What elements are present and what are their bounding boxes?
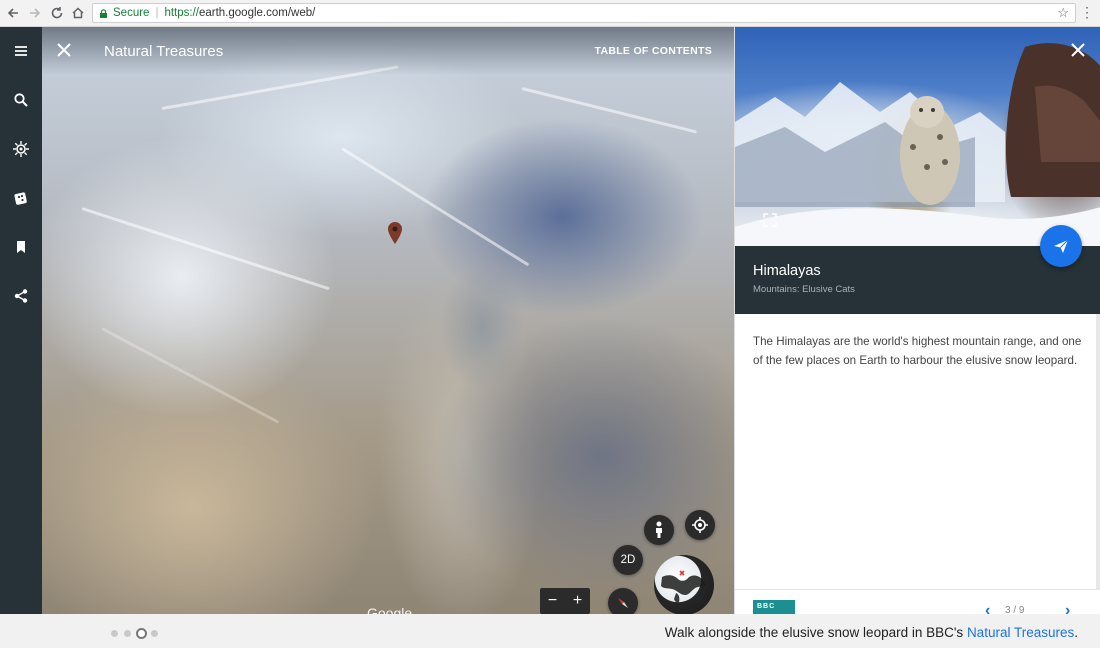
carousel-dot[interactable] <box>151 630 158 637</box>
card-subtitle: Mountains: Elusive Cats <box>753 284 855 295</box>
carousel-dot-active[interactable] <box>136 628 147 639</box>
caption-text: Walk alongside the elusive snow leopard … <box>664 625 967 640</box>
zoom-controls: − + <box>540 588 590 614</box>
mountain-ridge <box>521 87 698 134</box>
fly-to-button[interactable] <box>1040 225 1082 267</box>
natural-treasures-link[interactable]: Natural Treasures <box>967 625 1074 640</box>
my-location-button[interactable] <box>685 510 715 540</box>
forward-icon[interactable] <box>24 2 46 24</box>
previous-slide-chevron-icon[interactable]: ‹ <box>985 602 990 614</box>
table-of-contents-link[interactable]: TABLE OF CONTENTS <box>595 45 712 57</box>
reload-icon[interactable] <box>46 2 68 24</box>
search-icon[interactable] <box>0 85 42 115</box>
zoom-in-button[interactable]: + <box>573 592 582 610</box>
earth-sidebar <box>0 27 42 614</box>
lock-icon <box>100 8 107 18</box>
browser-toolbar: Secure | https://earth.google.com/web/ ☆… <box>0 0 1100 27</box>
card-description: The Himalayas are the world's highest mo… <box>753 335 1082 367</box>
close-story-icon[interactable] <box>54 40 74 60</box>
snow-leopard-photo <box>735 27 1100 246</box>
mountain-ridge <box>81 207 330 291</box>
address-bar[interactable]: Secure | https://earth.google.com/web/ ☆ <box>92 3 1076 23</box>
story-header: Natural Treasures TABLE OF CONTENTS <box>42 27 734 75</box>
bookmark-icon[interactable] <box>0 232 42 262</box>
view-mode-toggle[interactable]: 2D <box>613 545 643 575</box>
secure-label: Secure <box>113 7 150 19</box>
fullscreen-icon[interactable] <box>763 213 777 227</box>
url-host: earth.google.com/web/ <box>198 7 316 19</box>
feeling-lucky-dice-icon[interactable] <box>0 183 42 213</box>
slide-caption: Walk alongside the elusive snow leopard … <box>665 625 1078 640</box>
caption-suffix: . <box>1074 625 1078 640</box>
carousel-dot[interactable] <box>111 630 118 637</box>
card-title: Himalayas <box>753 263 821 279</box>
pegman-button[interactable] <box>644 515 674 545</box>
share-icon[interactable] <box>0 281 42 311</box>
pegman-icon <box>656 521 662 538</box>
card-scrollbar[interactable] <box>1096 314 1100 589</box>
url-protocol: https:// <box>164 7 199 19</box>
bookmark-star-icon[interactable]: ☆ <box>1057 5 1069 21</box>
google-watermark: Google <box>367 605 413 614</box>
zoom-out-button[interactable]: − <box>548 592 557 610</box>
mountain-ridge <box>341 147 530 267</box>
back-icon[interactable] <box>2 2 24 24</box>
close-card-icon[interactable] <box>1069 41 1087 59</box>
menu-icon[interactable] <box>0 36 42 66</box>
home-icon[interactable] <box>67 2 89 24</box>
compass-icon <box>618 598 628 608</box>
knowledge-card: Himalayas Mountains: Elusive Cats The Hi… <box>734 27 1100 614</box>
location-pin-icon[interactable] <box>388 222 402 244</box>
globe-icon <box>661 570 706 603</box>
earth-3d-view[interactable]: Natural Treasures TABLE OF CONTENTS 2D −… <box>42 27 734 614</box>
hero-illustration <box>735 43 1100 246</box>
caption-strip: Walk alongside the elusive snow leopard … <box>0 614 1100 648</box>
url-separator: | <box>155 7 159 19</box>
voyager-icon[interactable] <box>0 134 42 164</box>
browser-menu-icon[interactable]: ⋮ <box>1080 4 1094 21</box>
mini-globe[interactable] <box>654 555 714 614</box>
compass-button[interactable] <box>608 588 638 614</box>
next-slide-chevron-icon[interactable]: › <box>1065 602 1070 614</box>
target-icon <box>692 517 708 533</box>
slide-counter: 3 / 9 <box>1005 605 1025 614</box>
mountain-ridge <box>101 327 280 424</box>
bbc-logo[interactable]: BBC <box>753 600 795 614</box>
story-title: Natural Treasures <box>104 43 224 60</box>
card-footer: BBC ‹ 3 / 9 › <box>735 589 1100 614</box>
fly-to-paper-plane-icon <box>1054 239 1069 253</box>
carousel-dot[interactable] <box>124 630 131 637</box>
